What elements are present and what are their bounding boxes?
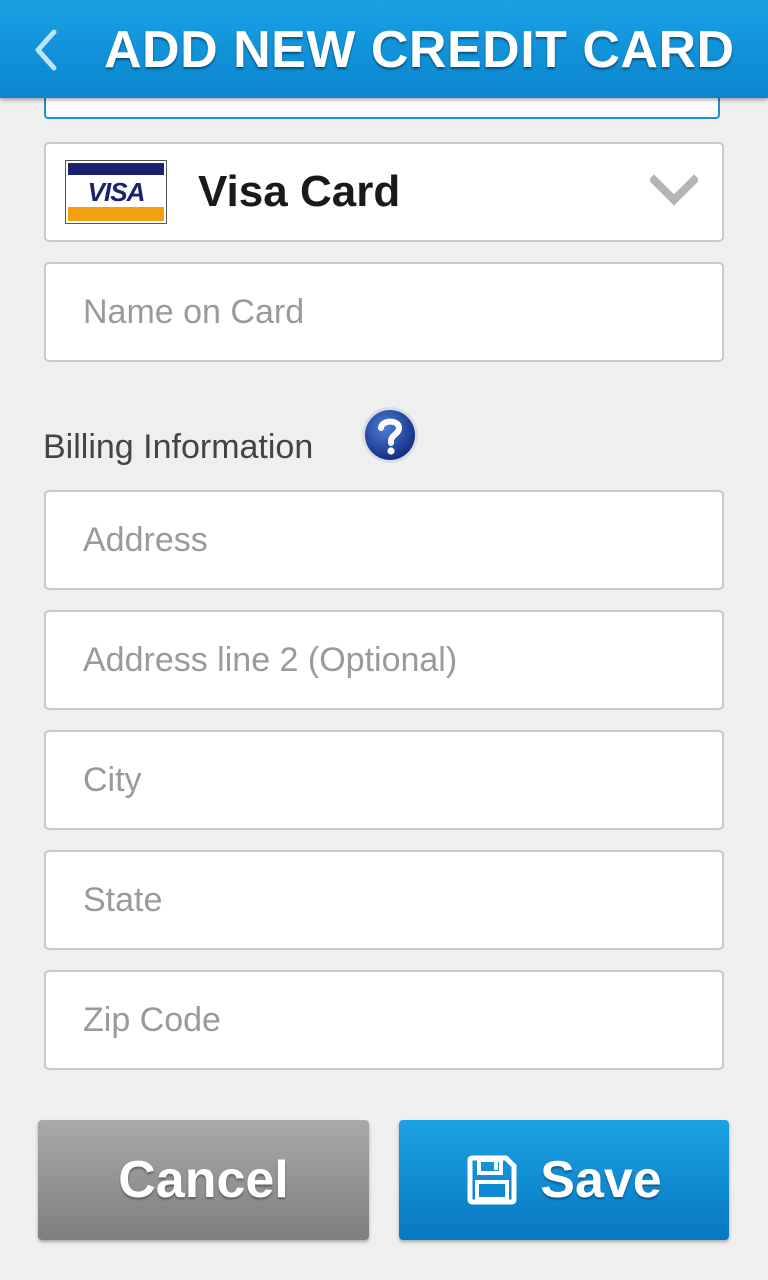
card-type-selected-label: Visa Card	[198, 167, 401, 216]
visa-logo: VISA	[65, 160, 167, 224]
question-mark-icon[interactable]	[360, 405, 420, 465]
name-on-card-field[interactable]	[44, 262, 724, 362]
billing-information-label: Billing Information	[43, 428, 314, 466]
address-input[interactable]	[46, 492, 722, 588]
form-scroll-area[interactable]: VISA Visa Card Billing Information	[0, 0, 768, 1280]
save-button-label: Save	[540, 1151, 662, 1209]
city-input[interactable]	[46, 732, 722, 828]
cancel-button-label: Cancel	[118, 1151, 289, 1209]
visa-logo-text: VISA	[87, 177, 146, 207]
chevron-down-icon[interactable]	[650, 174, 698, 208]
cancel-button[interactable]: Cancel	[38, 1120, 369, 1240]
card-type-select[interactable]: VISA Visa Card	[44, 142, 724, 242]
address-line-2-field[interactable]	[44, 610, 724, 710]
name-on-card-input[interactable]	[46, 264, 722, 360]
chevron-left-icon	[35, 29, 57, 71]
city-field[interactable]	[44, 730, 724, 830]
floppy-disk-icon	[467, 1155, 517, 1205]
state-field[interactable]	[44, 850, 724, 950]
address-line-2-input[interactable]	[46, 612, 722, 708]
save-button[interactable]: Save	[399, 1120, 729, 1240]
page-title: ADD NEW CREDIT CARD	[104, 21, 735, 79]
state-input[interactable]	[46, 852, 722, 948]
back-button[interactable]	[26, 22, 66, 78]
address-field[interactable]	[44, 490, 724, 590]
zip-code-input[interactable]	[46, 972, 722, 1068]
zip-code-field[interactable]	[44, 970, 724, 1070]
top-app-bar: ADD NEW CREDIT CARD	[0, 0, 768, 98]
